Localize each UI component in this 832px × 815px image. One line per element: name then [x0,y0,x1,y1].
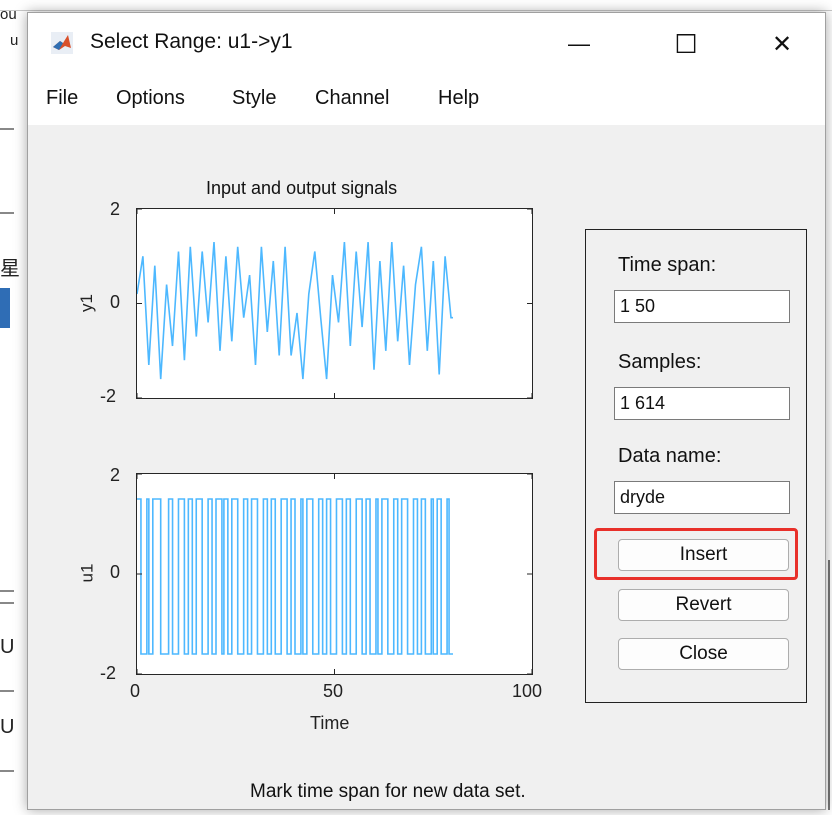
x-tick-label: 100 [512,681,543,701]
maximize-icon: ☐ [674,28,698,59]
plot-title: Input and output signals [206,178,398,198]
u1-plot-area [137,474,532,674]
background-text: ou [0,6,17,23]
close-icon: ✕ [771,30,793,58]
u1-axes[interactable] [136,473,533,675]
background-divider [0,212,14,214]
select-range-window: Select Range: u1->y1 — ☐ ✕ File Options … [27,12,826,810]
title-bar[interactable]: Select Range: u1->y1 — ☐ ✕ [28,13,825,75]
minimize-button[interactable]: — [545,13,613,75]
y1-tick-label: -2 [100,386,117,406]
maximize-button[interactable]: ☐ [652,13,720,75]
close-window-button[interactable]: ✕ [748,13,816,75]
window-title: Select Range: u1->y1 [90,30,293,53]
minimize-icon: — [568,31,590,56]
time-span-input[interactable] [614,290,790,323]
x-tick-label: 50 [323,681,344,701]
menu-channel[interactable]: Channel [315,87,390,110]
revert-button[interactable]: Revert [618,589,789,621]
y1-axis-label: y1 [76,294,96,312]
y1-series-line [137,242,453,380]
status-text: Mark time span for new data set. [250,781,526,802]
background-divider [0,690,14,692]
background-divider [0,590,14,592]
u1-series-line [137,498,453,655]
y1-plot-area [137,209,532,398]
x-axis-label: Time [310,713,350,733]
u1-tick-label: 2 [110,465,121,485]
samples-label: Samples: [618,351,702,373]
data-name-label: Data name: [618,445,722,467]
background-selection [0,288,10,328]
time-span-label: Time span: [618,254,717,276]
y1-axes[interactable] [136,208,533,399]
close-button[interactable]: Close [618,638,789,670]
background-text: U [0,636,15,658]
background-divider [0,10,832,11]
u1-axis-label: u1 [77,563,97,583]
y1-tick-label: 2 [110,199,121,219]
u1-tick-label: 0 [110,562,121,582]
background-divider [0,770,14,772]
background-text: U [0,716,15,738]
menu-file[interactable]: File [46,87,78,110]
matlab-icon [51,32,73,54]
background-divider [0,128,14,130]
samples-input[interactable] [614,387,790,420]
background-divider [828,560,830,810]
menu-options[interactable]: Options [116,87,185,110]
background-text: u [10,32,19,49]
menu-style[interactable]: Style [232,87,276,110]
y1-tick-label: 0 [110,292,121,312]
u1-tick-label: -2 [100,663,117,683]
menu-help[interactable]: Help [438,87,479,110]
background-divider [0,602,14,604]
menu-bar: File Options Style Channel Help [28,75,825,125]
background-text: 星 [0,258,20,280]
insert-button[interactable]: Insert [618,539,789,571]
x-tick-label: 0 [130,681,141,701]
data-name-input[interactable] [614,481,790,514]
